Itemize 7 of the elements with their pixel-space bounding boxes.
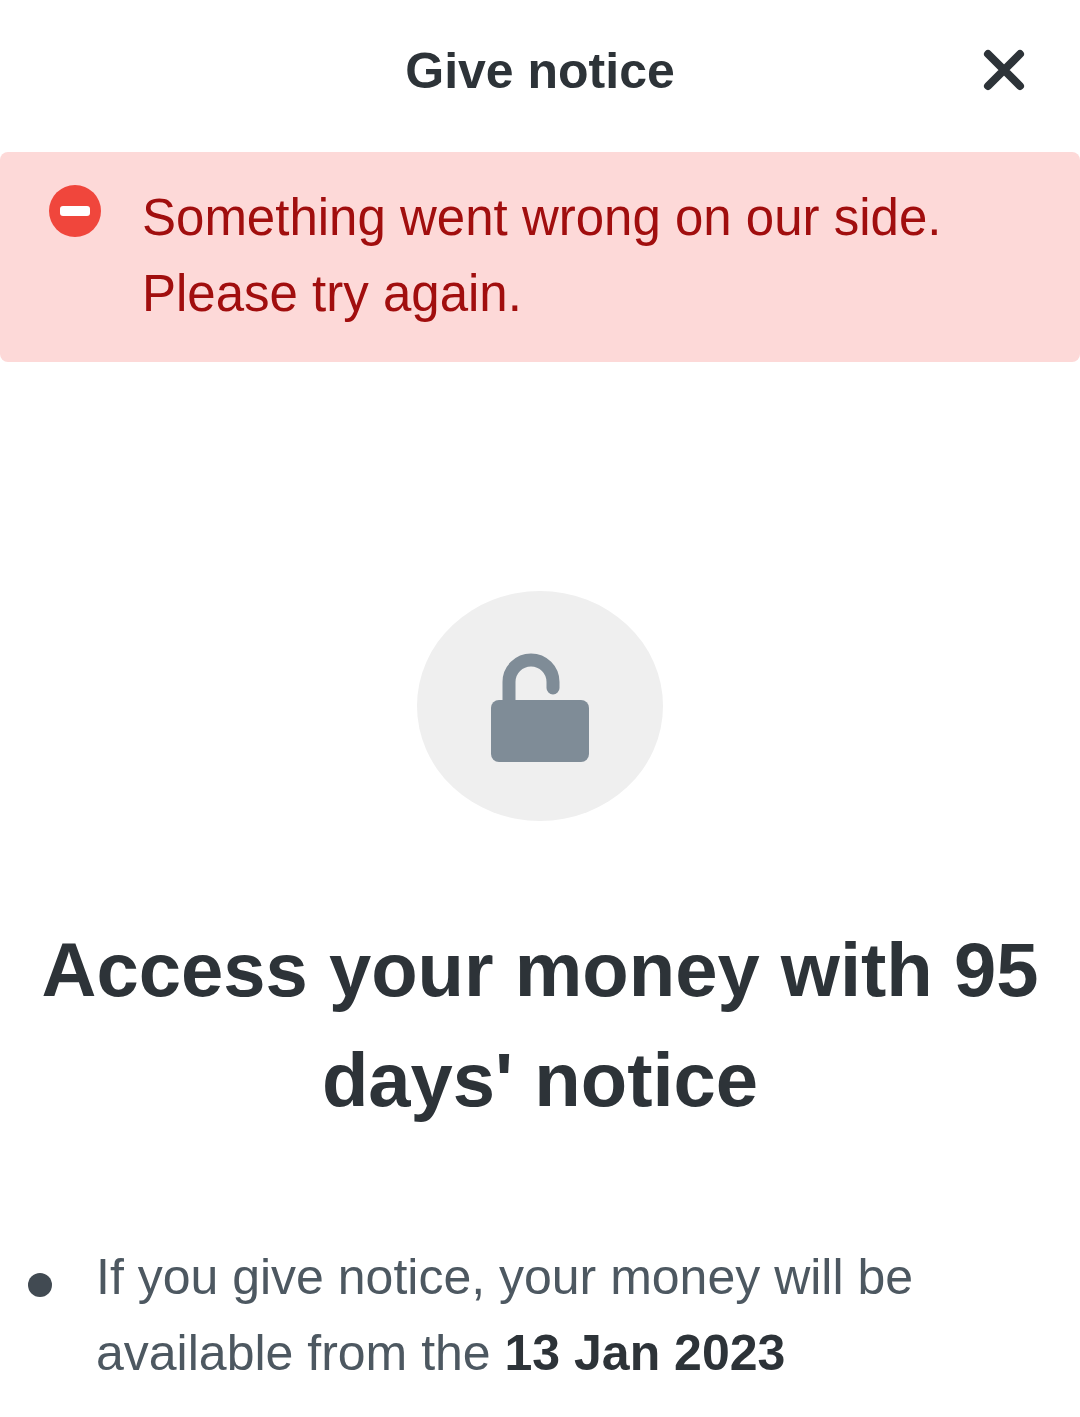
close-icon[interactable]: [982, 48, 1026, 92]
error-message: Something went wrong on our side. Please try again.: [142, 188, 943, 324]
bullet-text: If you give notice, your money will be available from the 13 Jan 2023: [96, 1248, 915, 1383]
bullet-icon: [28, 1273, 52, 1297]
heading: Access your money with 95 days' notice: [40, 926, 1040, 1124]
dialog-title: Give notice: [405, 42, 675, 100]
error-icon: [48, 184, 102, 238]
